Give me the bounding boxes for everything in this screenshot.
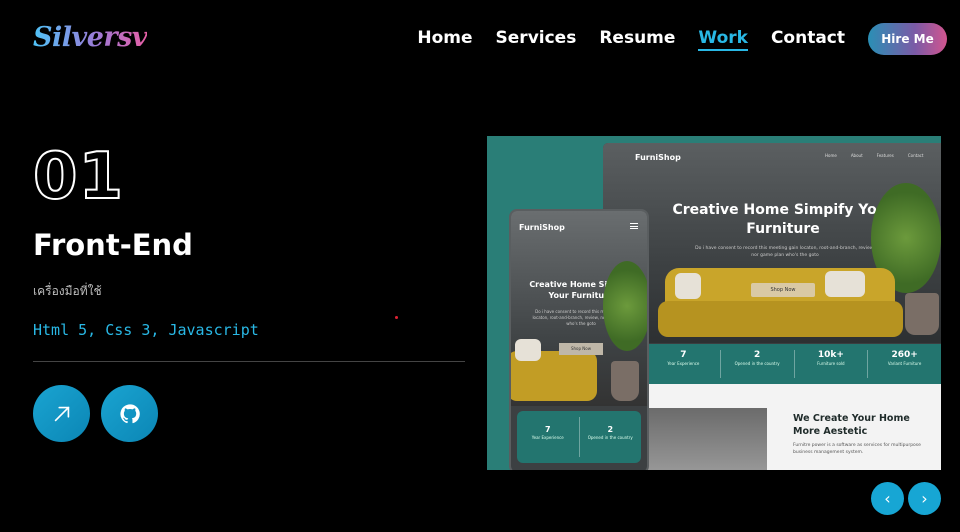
nav-work[interactable]: Work	[698, 28, 748, 51]
stats-bar: 7 Year Experience 2 Opened in the country …	[647, 344, 941, 384]
shop-now-label: Shop Now	[751, 283, 815, 297]
next-slide-button[interactable]: ›	[908, 482, 941, 515]
tech-stack: Html 5, Css 3, Javascript	[33, 321, 259, 339]
nav-resume[interactable]: Resume	[599, 28, 675, 51]
mobile-shop-now-label: Shop Now	[559, 343, 603, 355]
nav-home[interactable]: Home	[417, 28, 472, 51]
logo[interactable]: Silversv	[33, 22, 148, 53]
section-title: We Create Your Home More Aestetic	[793, 413, 910, 437]
mobile-stats: 7 Year Experience 2 Opened in the country	[517, 411, 641, 463]
github-icon	[119, 403, 140, 423]
arrow-up-right-icon	[54, 406, 69, 421]
section-desc: Furnitre power is a software as services…	[793, 443, 921, 455]
pot-image	[905, 293, 939, 335]
mobile-mockup: FurniShop Creative Home Simpify Your Fur…	[509, 209, 649, 470]
hamburger-menu-icon	[630, 223, 638, 229]
desktop-mockup: FurniShop Home About Features Contact Crea…	[603, 143, 941, 470]
project-number: 01	[32, 139, 125, 215]
prev-slide-button[interactable]: ‹	[871, 482, 904, 515]
project-subtitle: เครื่องมือที่ใช้	[33, 284, 102, 298]
divider	[33, 361, 465, 362]
about-section: We Create Your Home More Aestetic Furnit…	[647, 384, 941, 470]
nav-services[interactable]: Services	[496, 28, 577, 51]
mobile-brand: FurniShop	[519, 223, 565, 232]
desktop-brand: FurniShop	[635, 153, 681, 162]
project-title: Front-End	[33, 228, 193, 262]
hire-me-button[interactable]: Hire Me	[868, 23, 947, 55]
main-nav: Home Services Resume Work Contact	[417, 28, 845, 51]
project-preview-image: FurniShop Home About Features Contact Crea…	[487, 136, 941, 470]
live-demo-button[interactable]	[33, 385, 90, 442]
desktop-hero-title: Creative Home Simpify Your Furniture	[672, 202, 894, 237]
desktop-nav: Home About Features Contact	[825, 153, 924, 158]
room-image	[647, 408, 767, 470]
desktop-hero-desc: Do i have consent to record this meeting…	[695, 246, 875, 258]
nav-contact[interactable]: Contact	[771, 28, 845, 51]
github-repo-button[interactable]	[101, 385, 158, 442]
decorative-dot	[395, 316, 398, 319]
